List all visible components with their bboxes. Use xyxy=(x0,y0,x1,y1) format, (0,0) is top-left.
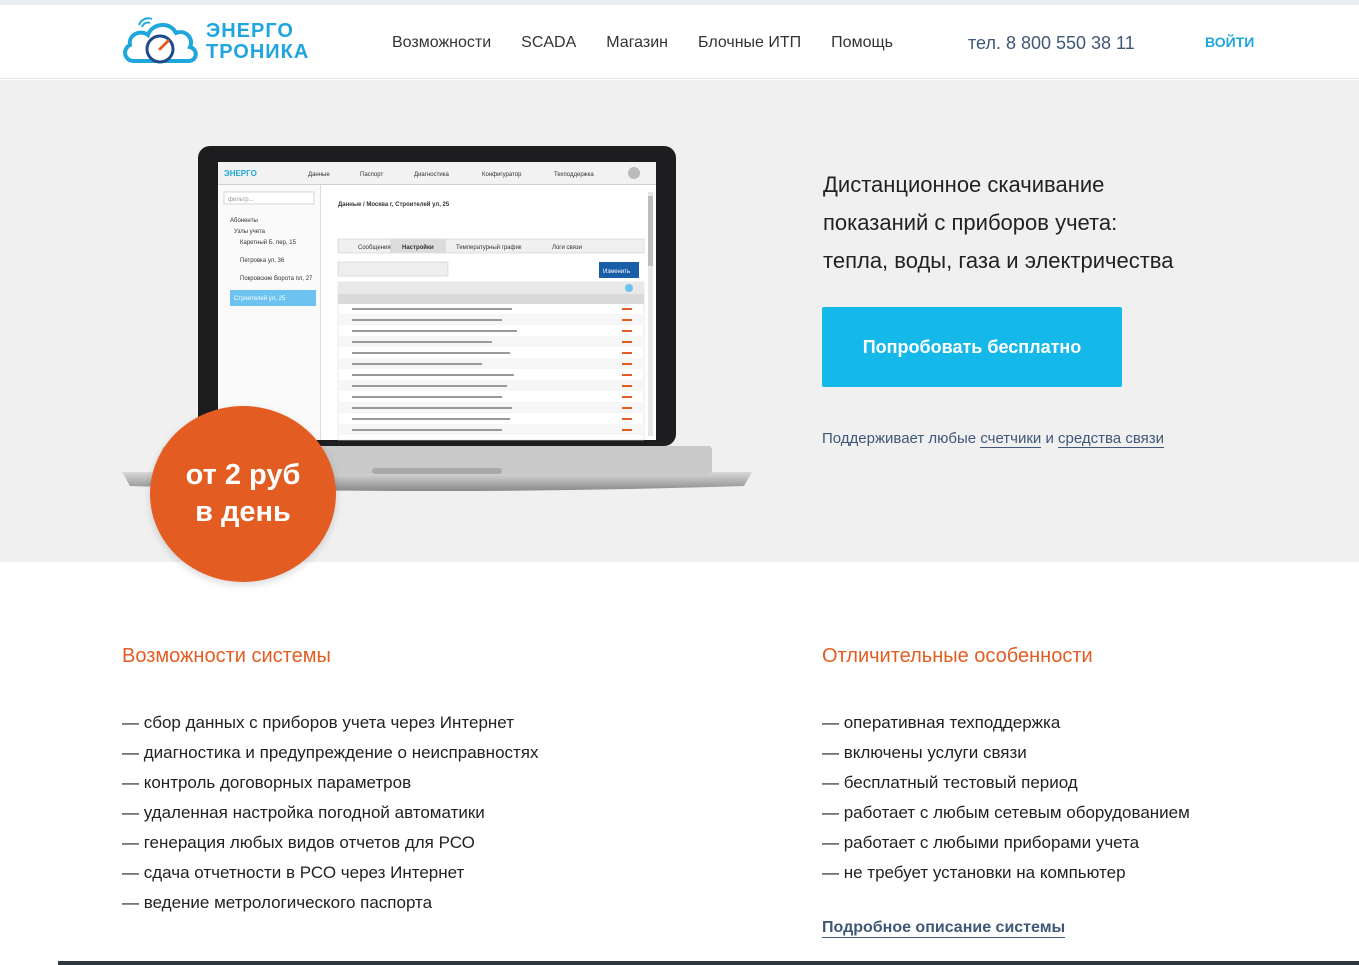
screen-tree-item: Покровские Ворота пл, 27 xyxy=(240,276,313,282)
screen-subtab-temp: Температурный график xyxy=(456,244,522,251)
try-free-button[interactable]: Попробовать бесплатно xyxy=(822,307,1122,387)
login-link[interactable]: ВОЙТИ xyxy=(1205,34,1254,50)
screen-tree-item-selected: Строителей ул, 25 xyxy=(234,295,286,302)
logo[interactable]: ЭНЕРГО ТРОНИКА xyxy=(120,15,325,71)
logo-line-1: ЭНЕРГО xyxy=(206,20,294,42)
list-item: — работает с любыми приборами учета xyxy=(822,833,1140,852)
list-item: — ведение метрологического паспорта xyxy=(122,893,433,912)
hero-title-line-3: тепла, воды, газа и электричества xyxy=(823,248,1174,273)
screen-filter-input: фильтр... xyxy=(228,197,254,203)
list-item: — не требует установки на компьютер xyxy=(822,863,1126,882)
hero-title-line-2: показаний с приборов учета: xyxy=(823,210,1118,235)
screen-subtab-logs: Логи связи xyxy=(552,245,582,251)
nav-item-scada[interactable]: SCADA xyxy=(521,34,576,52)
screen-tab-passport: Паспорт xyxy=(360,172,383,178)
hero-section: ЭНЕРГО Данные Паспорт Диагностика Конфиг… xyxy=(0,80,1359,582)
list-item: — оперативная техподдержка xyxy=(822,713,1061,732)
system-features-title: Возможности системы xyxy=(122,645,331,667)
price-badge-line-1: от 2 руб xyxy=(185,459,301,491)
system-features-list: — сбор данных с приборов учета через Инт… xyxy=(122,708,539,918)
screen-subtab-messages: Сообщения xyxy=(358,245,391,251)
svg-text:ЭНЕРГО: ЭНЕРГО xyxy=(224,169,257,178)
list-item: — контроль договорных параметров xyxy=(122,773,412,792)
system-details-link[interactable]: Подробное описание системы xyxy=(822,919,1066,938)
logo-text: ЭНЕРГО ТРОНИКА xyxy=(206,21,309,63)
list-item: — сбор данных с приборов учета через Инт… xyxy=(122,713,514,732)
distinctive-features-section: Отличительные особенности — оперативная … xyxy=(822,645,1190,888)
meters-link[interactable]: счетчики xyxy=(980,430,1042,448)
list-item: — сдача отчетности в РСО через Интернет xyxy=(122,863,465,882)
list-item: — работает с любым сетевым оборудованием xyxy=(822,803,1190,822)
support-prefix: Поддерживает любые xyxy=(822,430,981,447)
footer-edge xyxy=(58,961,1359,965)
nav-item-features[interactable]: Возможности xyxy=(392,34,491,52)
screen-tab-support: Техподдержка xyxy=(554,172,594,178)
price-badge-line-2: в день xyxy=(195,496,291,528)
list-item: — генерация любых видов отчетов для РСО xyxy=(122,833,475,852)
list-item: — включены услуги связи xyxy=(822,743,1027,762)
cloud-gauge-icon xyxy=(123,17,198,64)
main-nav: Возможности SCADA Магазин Блочные ИТП По… xyxy=(392,34,923,52)
distinctive-features-title: Отличительные особенности xyxy=(822,645,1093,667)
screen-tab-data: Данные xyxy=(308,172,330,178)
system-features-section: Возможности системы — сбор данных с приб… xyxy=(122,645,539,918)
nav-item-shop[interactable]: Магазин xyxy=(606,34,668,52)
screen-tab-diagnostics: Диагностика xyxy=(414,172,449,178)
list-item: — удаленная настройка погодной автоматик… xyxy=(122,803,485,822)
nav-item-help[interactable]: Помощь xyxy=(831,34,893,52)
price-badge: от 2 руб в день xyxy=(150,406,336,582)
distinctive-features-list: — оперативная техподдержка — включены ус… xyxy=(822,708,1190,888)
list-item: — бесплатный тестовый период xyxy=(822,773,1078,792)
nav-item-block-itp[interactable]: Блочные ИТП xyxy=(698,34,801,52)
screen-subtab-settings: Настройки xyxy=(402,244,434,251)
phone-number[interactable]: тел. 8 800 550 38 11 xyxy=(968,33,1135,54)
screen-breadcrumb: Данные / Москва г, Строителей ул, 25 xyxy=(338,201,450,208)
screen-tree-nodes: Узлы учета xyxy=(234,229,266,235)
screen-tree-item: Каретный Б. пер, 15 xyxy=(240,239,297,246)
logo-line-2: ТРОНИКА xyxy=(206,41,310,63)
screen-tree-item: Петровка ул, 36 xyxy=(240,258,285,264)
support-text: Поддерживает любые счетчики и средства с… xyxy=(822,430,1164,448)
hero-title: Дистанционное скачивание показаний с при… xyxy=(823,166,1303,280)
site-header: ЭНЕРГО ТРОНИКА Возможности SCADA Магазин… xyxy=(0,5,1359,79)
support-mid: и xyxy=(1041,430,1059,447)
hero-title-line-1: Дистанционное скачивание xyxy=(823,172,1105,197)
list-item: — диагностика и предупреждение о неиспра… xyxy=(122,743,539,762)
screen-edit-button: Изменить xyxy=(603,269,630,275)
screen-tab-configurator: Конфигуратор xyxy=(482,172,522,178)
screen-tree-subscribers: Абоненты xyxy=(230,218,258,224)
comm-means-link[interactable]: средства связи xyxy=(1058,430,1164,448)
